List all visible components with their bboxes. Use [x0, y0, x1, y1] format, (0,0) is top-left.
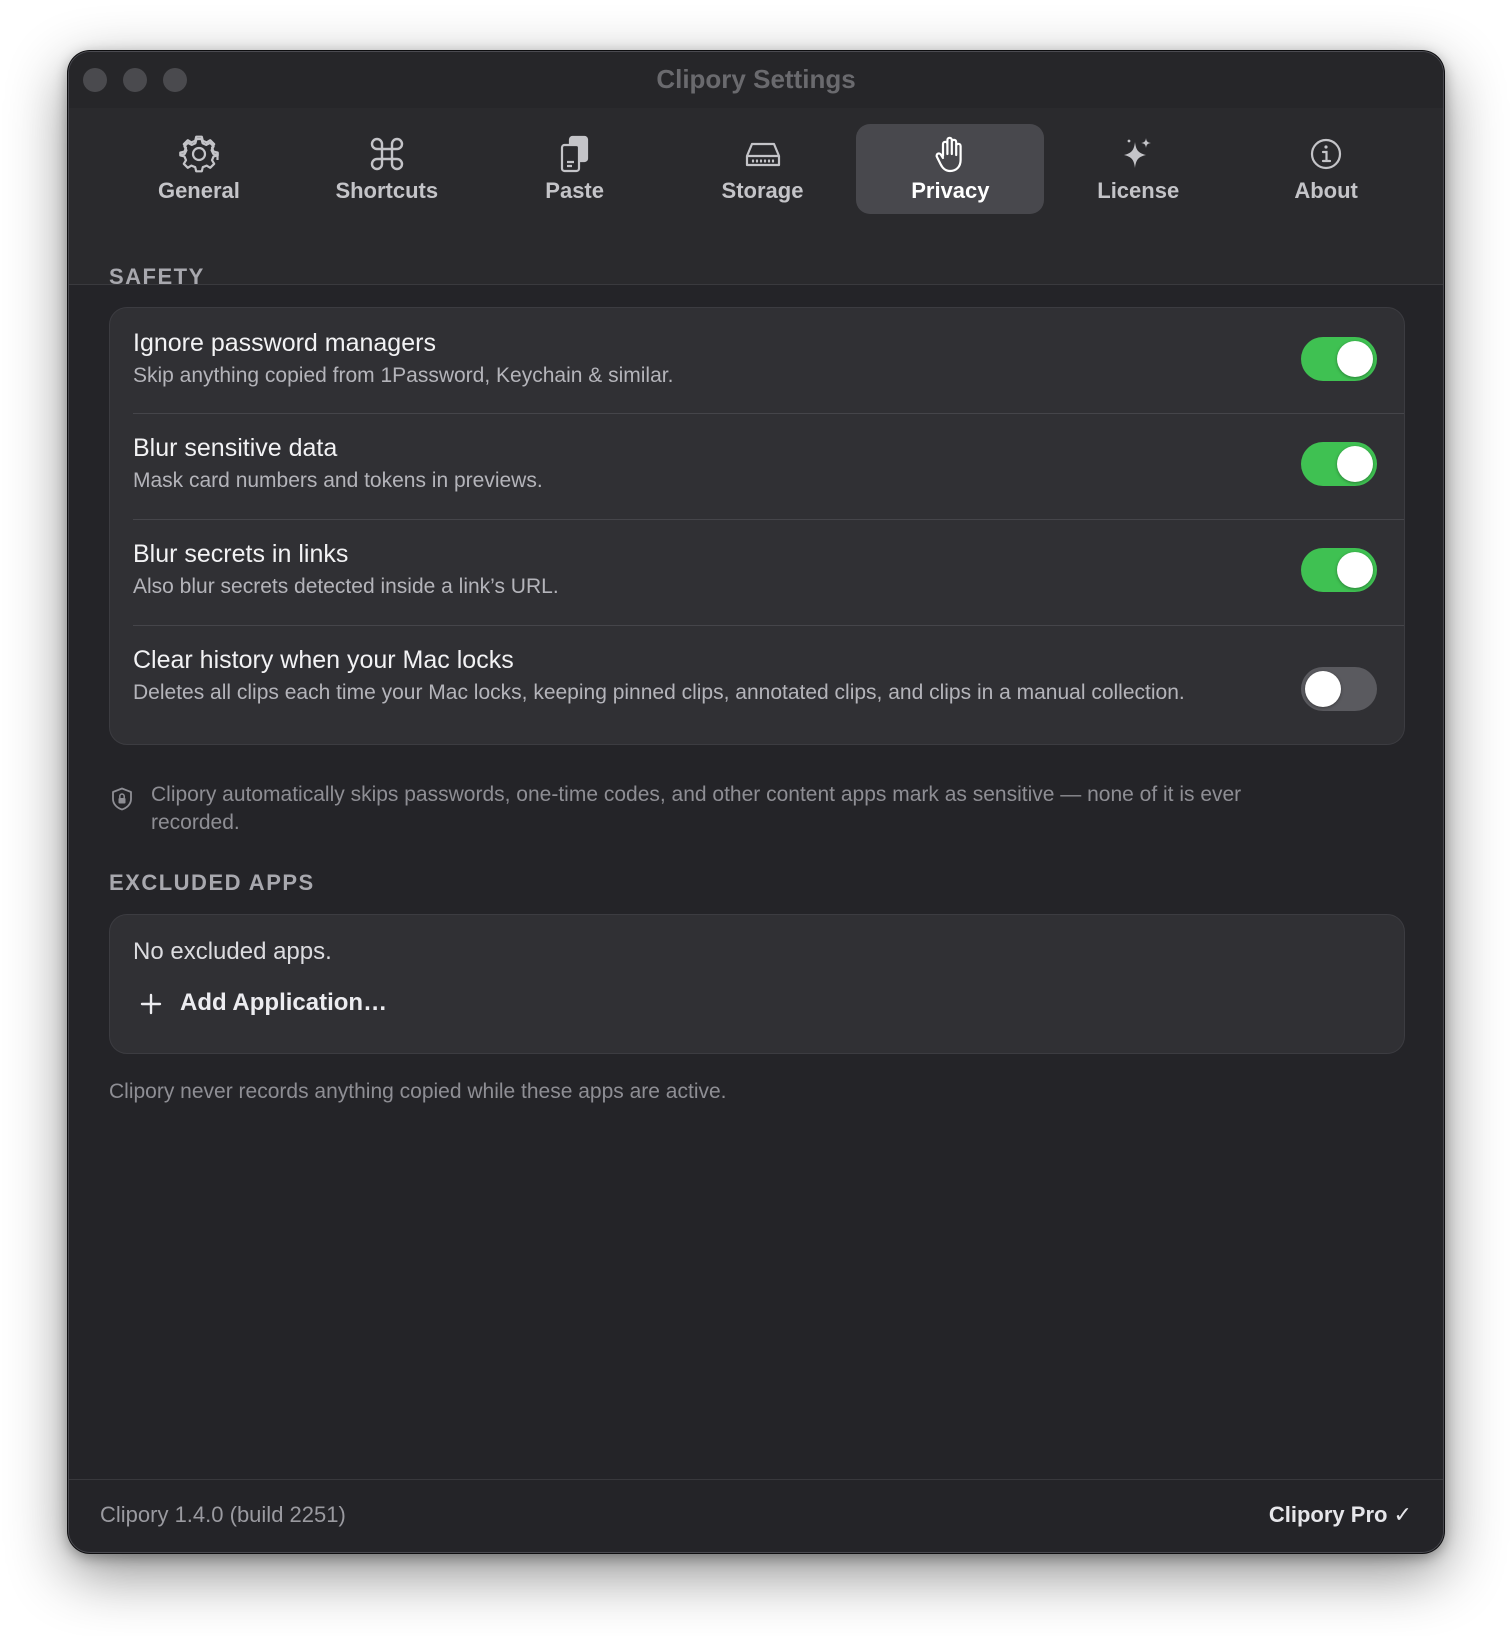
- tab-storage-label: Storage: [721, 178, 804, 203]
- row-title: Clear history when your Mac locks: [133, 646, 514, 674]
- info-icon: [1311, 138, 1342, 170]
- clipboard-icon: [560, 135, 588, 173]
- tab-paste-label: Paste: [545, 178, 604, 203]
- excluded-apps-card: No excluded apps. Add Application…: [109, 914, 1405, 1054]
- row-title: Blur sensitive data: [133, 434, 338, 462]
- safety-note: Clipory automatically skips passwords, o…: [151, 783, 1242, 834]
- settings-row-ignore-password-managers: Ignore password managers Skip anything c…: [110, 308, 1404, 413]
- clear-history-on-lock-toggle[interactable]: [1301, 667, 1377, 711]
- tab-about[interactable]: About: [1232, 124, 1420, 214]
- row-description: Mask card numbers and tokens in previews…: [133, 469, 543, 492]
- tab-about-label: About: [1294, 178, 1358, 203]
- settings-tabs: General Shortcuts Paste Storage Privacy …: [105, 124, 1420, 214]
- row-description: Deletes all clips each time your Mac loc…: [133, 681, 1185, 704]
- gear-icon: [179, 135, 219, 173]
- safety-header: SAFETY: [109, 264, 205, 289]
- settings-row-blur-secrets-in-links: Blur secrets in links Also blur secrets …: [110, 520, 1404, 625]
- row-title: Blur secrets in links: [133, 540, 349, 568]
- settings-row-clear-history-on-lock: Clear history when your Mac locks Delete…: [110, 626, 1404, 744]
- tab-general-label: General: [157, 178, 240, 203]
- plus-icon: [140, 993, 162, 1015]
- blur-secrets-in-links-toggle[interactable]: [1301, 548, 1377, 592]
- ignore-password-managers-toggle[interactable]: [1301, 337, 1377, 381]
- window-title: Clipory Settings: [656, 64, 856, 94]
- command-icon: [370, 137, 404, 171]
- row-description: Also blur secrets detected inside a link…: [133, 575, 559, 598]
- title-bar: Clipory Settings: [69, 52, 1443, 108]
- excluded-apps-note: Clipory never records anything copied wh…: [109, 1080, 727, 1103]
- add-application-label: Add Application…: [180, 989, 388, 1016]
- safety-card: Ignore password managers Skip anything c…: [109, 307, 1405, 745]
- tab-general[interactable]: General: [105, 124, 293, 214]
- toggle-knob: [1337, 446, 1373, 482]
- toggle-knob: [1337, 552, 1373, 588]
- blur-sensitive-data-toggle[interactable]: [1301, 442, 1377, 486]
- sparkles-icon: [1124, 138, 1152, 168]
- lock-shield-icon: [112, 787, 132, 811]
- tab-shortcuts[interactable]: Shortcuts: [293, 124, 481, 214]
- hand-icon: [935, 136, 963, 173]
- toggle-knob: [1305, 671, 1341, 707]
- settings-window: Clipory Settings General Shortcuts Paste: [68, 51, 1444, 1553]
- tab-paste[interactable]: Paste: [481, 124, 669, 214]
- excluded-apps-header: EXCLUDED APPS: [109, 870, 315, 895]
- tab-license[interactable]: License: [1044, 124, 1232, 214]
- tab-privacy[interactable]: Privacy: [856, 124, 1045, 214]
- drive-icon: [745, 142, 780, 167]
- toggle-knob: [1337, 341, 1373, 377]
- status-bar: Clipory 1.4.0 (build 2251) Clipory Pro ✓: [69, 1479, 1443, 1552]
- tab-privacy-label: Privacy: [911, 178, 990, 203]
- row-title: Ignore password managers: [133, 329, 436, 357]
- tab-storage[interactable]: Storage: [669, 124, 857, 214]
- tab-shortcuts-label: Shortcuts: [335, 178, 439, 203]
- settings-row-blur-sensitive-data: Blur sensitive data Mask card numbers an…: [110, 414, 1404, 519]
- tab-license-label: License: [1097, 178, 1180, 203]
- no-excluded-apps-text: No excluded apps.: [133, 938, 332, 965]
- row-description: Skip anything copied from 1Password, Key…: [133, 364, 674, 387]
- pro-status-badge: Clipory Pro ✓: [1268, 1502, 1412, 1527]
- version-label: Clipory 1.4.0 (build 2251): [100, 1502, 346, 1527]
